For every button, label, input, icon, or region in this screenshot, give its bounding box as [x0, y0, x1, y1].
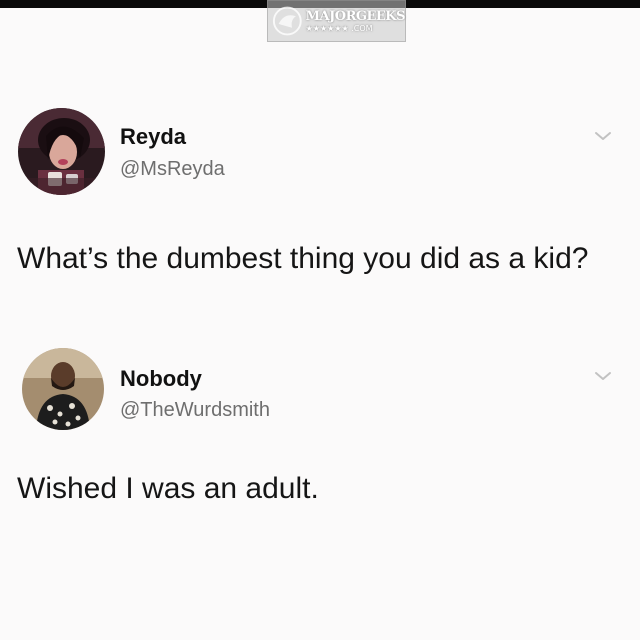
author-handle[interactable]: @TheWurdsmith — [120, 399, 270, 422]
profile-photo-icon — [18, 108, 105, 195]
tweet-nobody[interactable]: Nobody @TheWurdsmith Wished I was an adu… — [0, 330, 640, 530]
avatar-reyda[interactable] — [18, 108, 105, 195]
author-name[interactable]: Nobody — [120, 366, 202, 392]
chevron-down-icon[interactable] — [594, 130, 612, 142]
profile-photo-icon — [22, 348, 104, 430]
tweet-text: What’s the dumbest thing you did as a ki… — [17, 242, 589, 275]
avatar-nobody[interactable] — [22, 348, 104, 430]
chevron-down-icon[interactable] — [594, 370, 612, 382]
tweet-reyda[interactable]: Reyda @MsReyda What’s the dumbest thing … — [0, 0, 640, 330]
author-name[interactable]: Reyda — [120, 124, 186, 150]
tweet-text: Wished I was an adult. — [17, 472, 319, 505]
author-handle[interactable]: @MsReyda — [120, 158, 225, 181]
